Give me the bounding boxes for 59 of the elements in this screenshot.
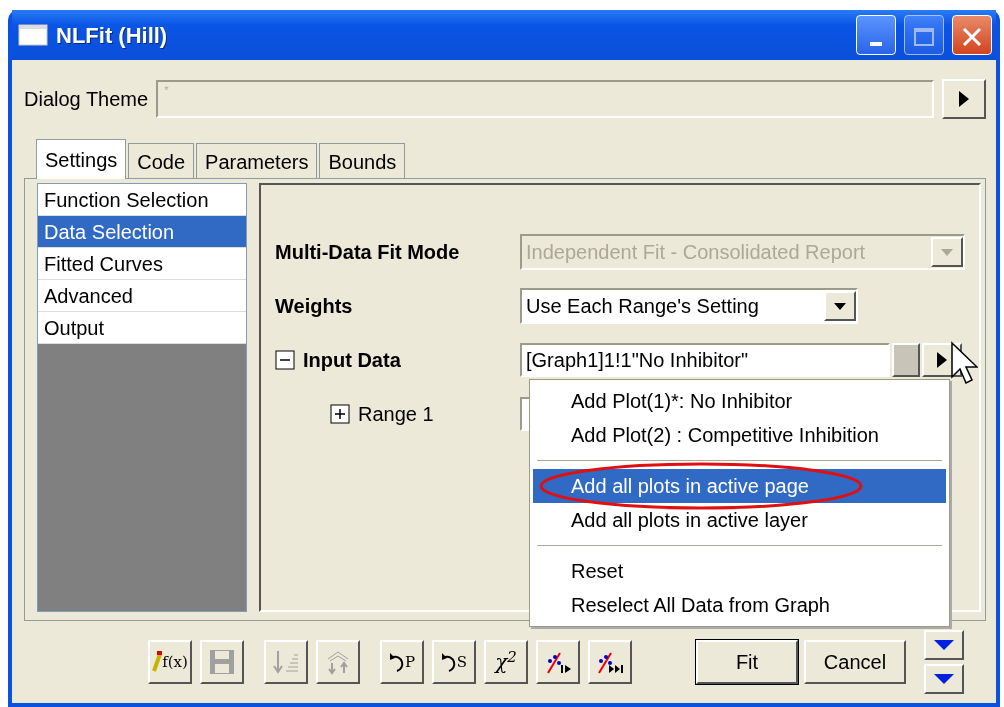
tab[interactable]: Settings (36, 139, 127, 179)
down-triangle-icon (933, 639, 955, 651)
mouse-pointer-icon (950, 341, 978, 387)
toolbar-button[interactable]: f(x) (148, 640, 192, 684)
sidebar-item[interactable]: Data Selection (38, 216, 246, 248)
expand-icon[interactable] (330, 404, 350, 424)
dropdown-arrow-icon (833, 301, 847, 311)
menu-item[interactable]: Reset (533, 554, 946, 588)
reset-label: S (456, 651, 468, 673)
toolbar-button[interactable]: S (432, 640, 476, 684)
sidebar-item[interactable]: Output (38, 312, 246, 344)
collapse-icon[interactable] (275, 350, 295, 370)
toolbar-button[interactable] (536, 640, 580, 684)
maximize-button[interactable] (904, 15, 944, 55)
minimize-icon (870, 41, 882, 46)
pencil-icon (152, 651, 163, 673)
tab[interactable]: Parameters (196, 143, 318, 178)
cancel-button[interactable]: Cancel (804, 640, 906, 684)
menu-item[interactable]: Add Plot(2) : Competitive Inhibition (533, 418, 946, 452)
scroll-down-button[interactable] (924, 664, 964, 694)
sidebar-item[interactable]: Function Selection (38, 184, 246, 216)
play-arrow-icon (957, 89, 971, 109)
reset-label: P (404, 651, 416, 673)
menu-item[interactable]: Add all plots in active layer (533, 503, 946, 537)
window-icon (18, 24, 48, 46)
field-label: Dialog Theme (24, 87, 149, 112)
dropdown-arrow-icon (940, 247, 954, 257)
setting-label: Range 1 (358, 402, 434, 427)
close-button[interactable] (952, 15, 992, 55)
sidebar-item[interactable]: Fitted Curves (38, 248, 246, 280)
theme-menu-button[interactable] (942, 79, 986, 119)
setting-label: Multi-Data Fit Mode (275, 240, 460, 265)
down-triangle-icon (933, 673, 955, 685)
toolbar-button[interactable]: P (380, 640, 424, 684)
sidebar-item[interactable]: Advanced (38, 280, 246, 312)
window-title: NLFit (Hill) (56, 21, 169, 50)
dropdown-value: Use Each Range's Setting (526, 294, 759, 319)
sort-down-icon (272, 649, 300, 675)
minimize-button[interactable] (856, 15, 896, 55)
tab[interactable]: Code (128, 143, 195, 178)
tab[interactable]: Bounds (319, 143, 406, 178)
maximize-icon (913, 26, 935, 47)
menu-item[interactable]: Add all plots in active page (533, 469, 946, 503)
setting-label: Input Data (303, 348, 401, 373)
scroll-down-button[interactable] (924, 630, 964, 660)
fit-button[interactable]: Fit (696, 640, 798, 684)
dropdown-value: Independent Fit - Consolidated Report (526, 240, 866, 265)
toolbar-button[interactable]: χ$^{2}$ (484, 640, 528, 684)
setting-label: Weights (275, 294, 353, 319)
function-label: f(x) (162, 651, 188, 673)
toolbar-button[interactable] (588, 640, 632, 684)
dropdown[interactable]: Use Each Range's Setting (520, 288, 858, 324)
chi-square-label: χ$^{2}$ (495, 647, 517, 676)
menu-item[interactable]: Reselect All Data from Graph (533, 588, 946, 622)
play-arrow-icon (936, 351, 948, 369)
range-field[interactable]: [Graph1]1!1"No Inhibitor" (520, 343, 890, 377)
menu-item[interactable]: Add Plot(1)*: No Inhibitor (533, 384, 946, 418)
select-range-button[interactable] (892, 343, 920, 377)
close-icon (961, 25, 983, 48)
